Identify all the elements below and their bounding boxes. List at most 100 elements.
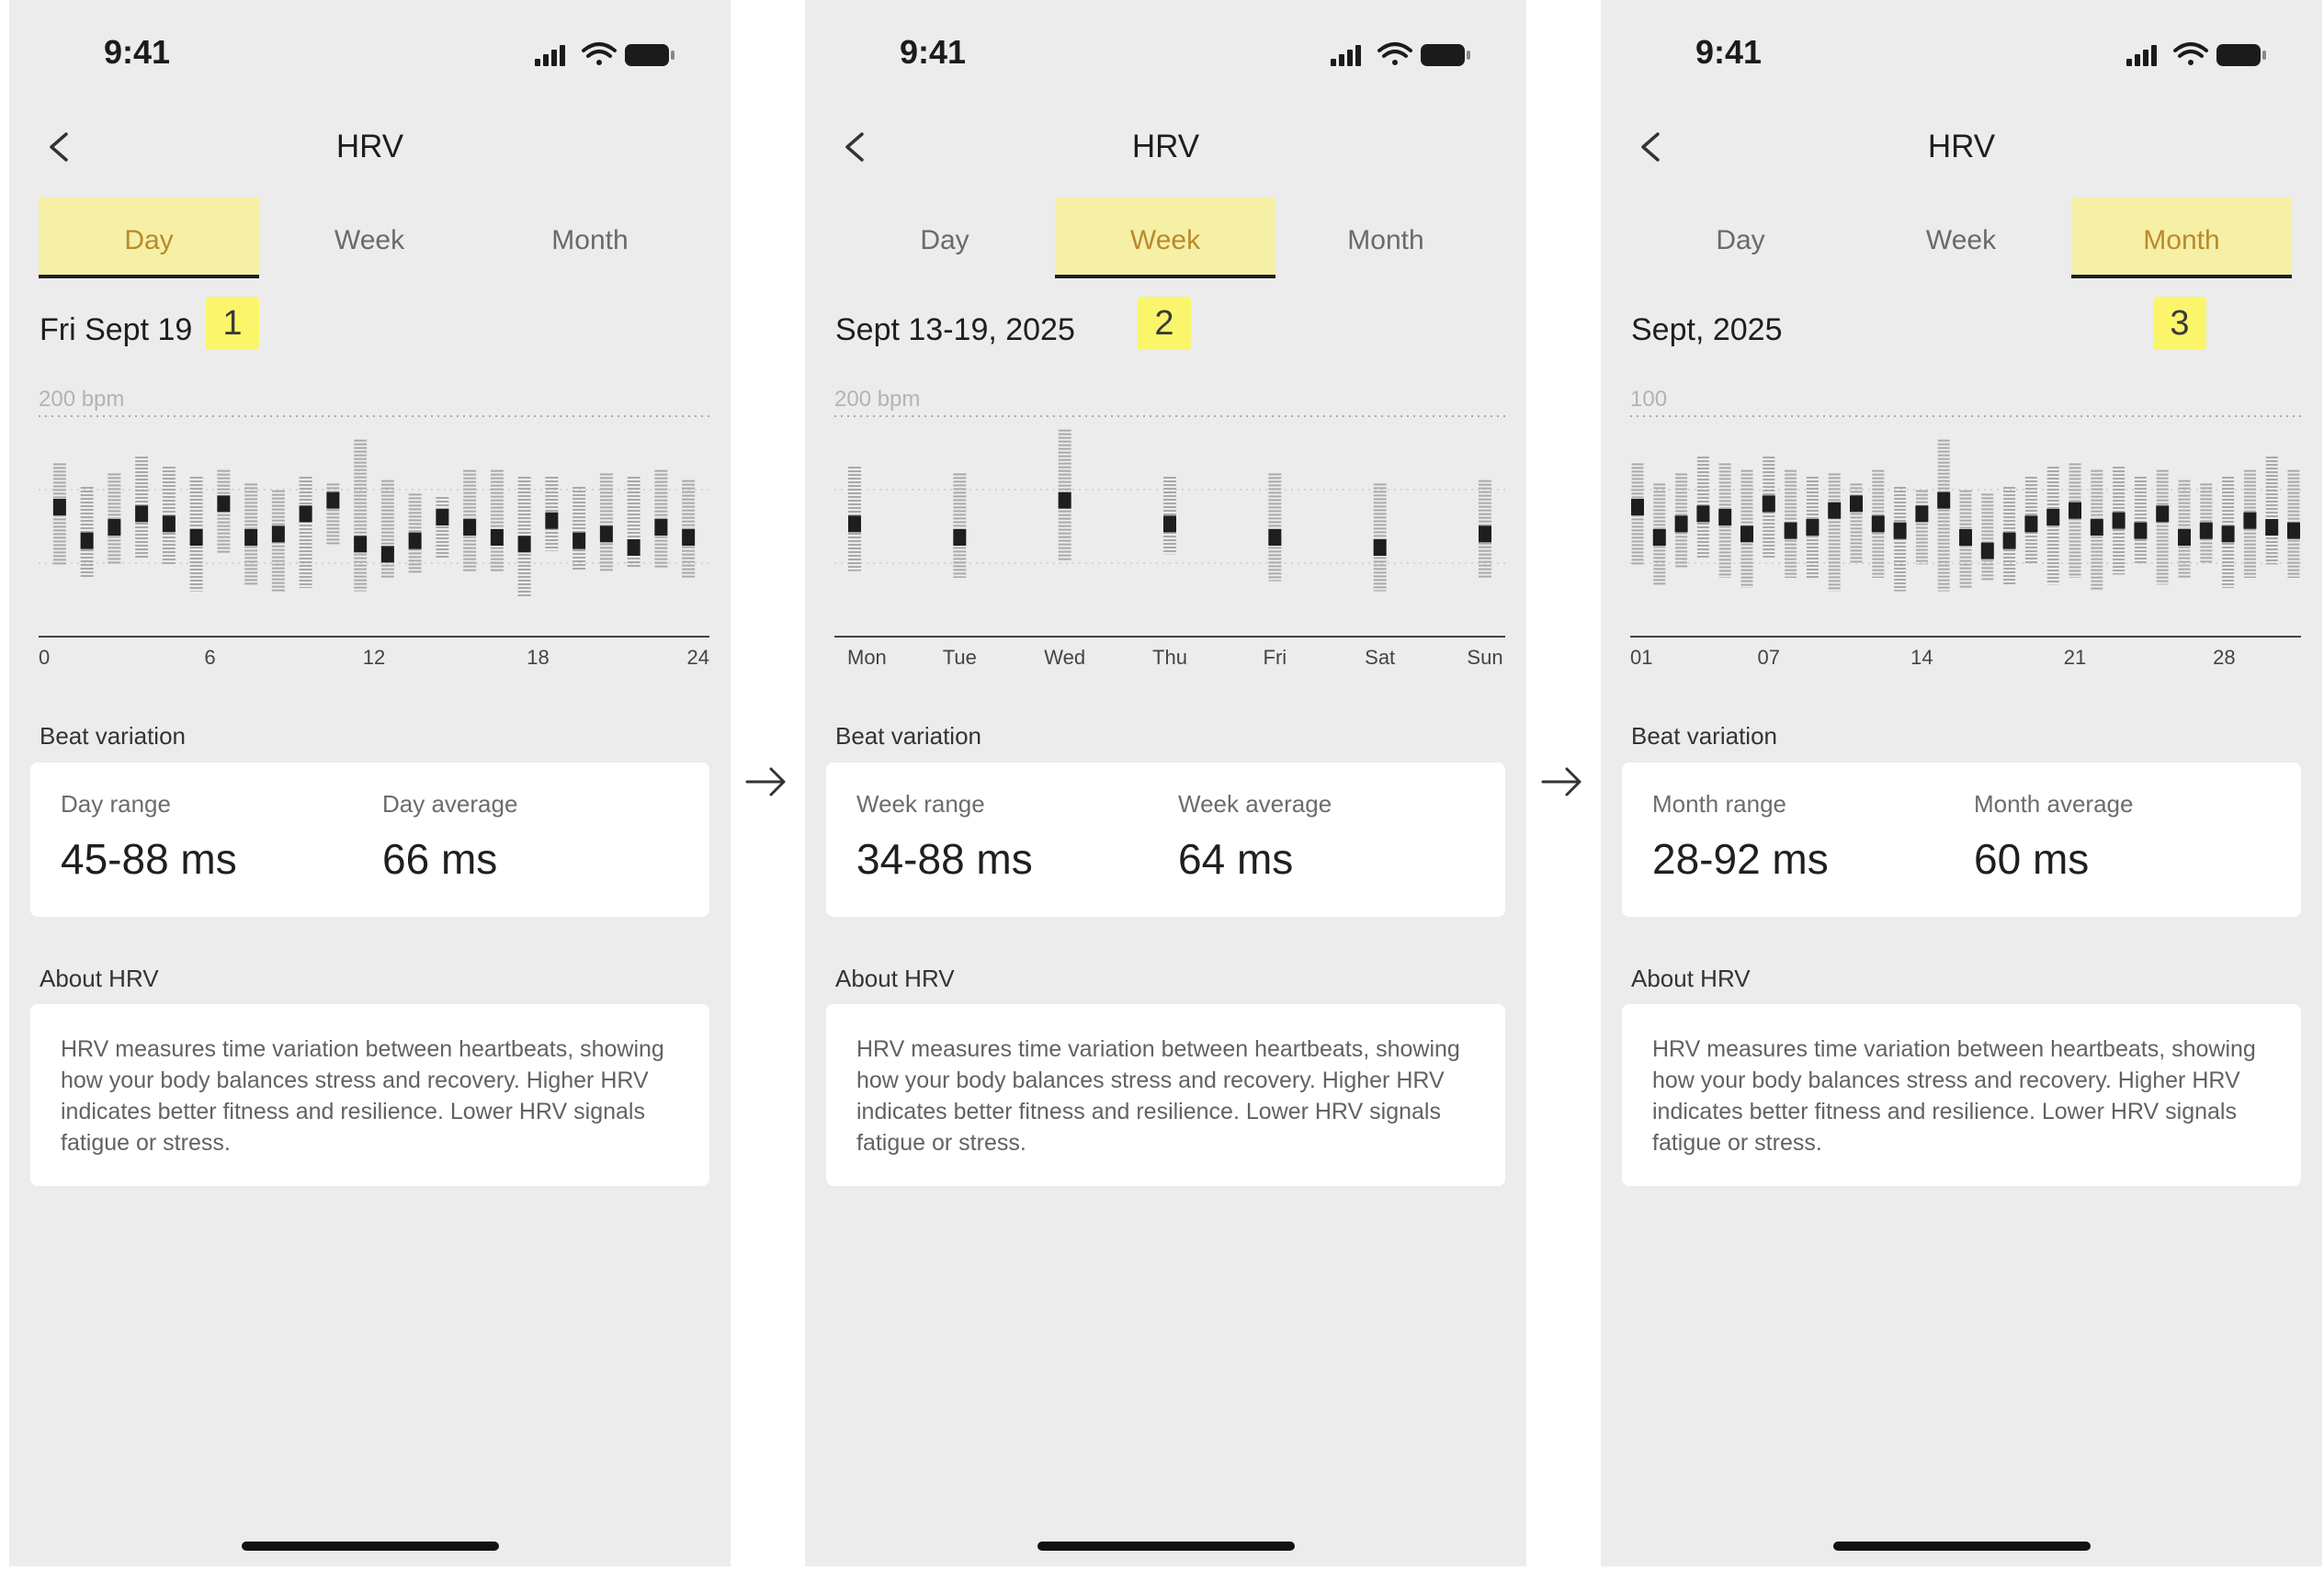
tab-month[interactable]: Month	[2071, 198, 2292, 278]
status-icons	[2126, 42, 2266, 66]
range-label: Day range	[61, 790, 171, 818]
x-tick-label: 21	[2064, 646, 2086, 669]
average-mark	[2046, 509, 2060, 525]
about-heading: About HRV	[1631, 965, 1751, 992]
average-mark	[244, 529, 258, 546]
average-mark	[1058, 491, 1071, 509]
home-indicator	[1037, 1542, 1295, 1551]
chart-marks	[848, 429, 1491, 592]
average-mark	[848, 515, 861, 533]
beat-variation-heading: Beat variation	[1631, 722, 1777, 750]
average-mark	[1806, 519, 1820, 536]
average-mark	[354, 536, 368, 553]
average-value: 66 ms	[382, 835, 498, 883]
average-mark	[1828, 502, 1842, 519]
x-tick-label: 07	[1758, 646, 1780, 669]
tab-week[interactable]: Week	[1851, 198, 2071, 278]
home-indicator	[242, 1542, 499, 1551]
x-tick-labels: Mon Tue Wed Thu Fri Sat Sun	[847, 646, 1503, 669]
average-mark	[1850, 495, 1863, 513]
tab-day[interactable]: Day	[1630, 198, 1851, 278]
average-mark	[80, 532, 94, 549]
signal-icon	[535, 45, 565, 66]
average-mark	[2112, 512, 2126, 529]
tab-month[interactable]: Month	[1275, 198, 1496, 278]
battery-icon	[1421, 44, 1470, 66]
tab-month[interactable]: Month	[480, 198, 700, 278]
about-text: HRV measures time variation between hear…	[61, 1036, 664, 1156]
chart-unit-label: 200 bpm	[834, 387, 920, 412]
average-mark	[953, 529, 967, 546]
status-icons	[535, 42, 675, 66]
status-time: 9:41	[900, 33, 967, 71]
status-time: 9:41	[104, 33, 171, 71]
average-mark	[1268, 529, 1282, 546]
period-label: Sept, 2025	[1631, 312, 1783, 347]
average-mark	[1373, 539, 1387, 556]
average-label: Day average	[382, 790, 518, 818]
average-mark	[135, 505, 149, 523]
range-value: 28-92 ms	[1652, 835, 1829, 883]
x-tick-label: 01	[1630, 646, 1652, 669]
home-indicator	[1833, 1542, 2091, 1551]
average-label: Week average	[1178, 790, 1332, 818]
tab-day[interactable]: Day	[834, 198, 1055, 278]
x-tick-label: 28	[2213, 646, 2235, 669]
average-mark	[1631, 499, 1644, 515]
average-mark	[1163, 515, 1176, 533]
arrow-right-icon	[1541, 767, 1581, 796]
chart-marks	[1631, 439, 2300, 592]
average-mark	[599, 525, 613, 543]
average-value: 64 ms	[1178, 835, 1294, 883]
hrv-chart: 200 bpm Mon Tue Wed Thu Fri Sat Sun	[834, 387, 1505, 669]
tab-week[interactable]: Week	[259, 198, 480, 278]
average-mark	[2199, 522, 2213, 539]
period-label: Fri Sept 19	[40, 312, 193, 347]
about-card: HRV measures time variation between hear…	[30, 1004, 709, 1186]
tab-week[interactable]: Week	[1055, 198, 1275, 278]
x-tick-label: 24	[687, 646, 709, 669]
x-tick-label: 0	[39, 646, 50, 669]
average-mark	[52, 499, 66, 515]
average-mark	[271, 525, 285, 543]
range-value: 34-88 ms	[856, 835, 1033, 883]
about-heading: About HRV	[40, 965, 159, 992]
average-mark	[2002, 532, 2016, 549]
page-title: HRV	[335, 129, 404, 164]
average-mark	[108, 519, 121, 536]
average-mark	[189, 529, 203, 546]
average-mark	[1871, 515, 1885, 533]
about-card: HRV measures time variation between hear…	[826, 1004, 1505, 1186]
average-mark	[162, 515, 176, 533]
range-label: Month range	[1652, 790, 1786, 818]
average-mark	[2090, 519, 2103, 536]
arrow-right-icon	[745, 767, 786, 796]
about-heading: About HRV	[835, 965, 955, 992]
average-value: 60 ms	[1974, 835, 2090, 883]
average-mark	[463, 519, 477, 536]
average-mark	[2156, 505, 2170, 523]
x-tick-labels: 0 6 12 18 24	[39, 646, 709, 669]
step-badge: 2	[1138, 297, 1191, 350]
average-mark	[1915, 505, 1929, 523]
status-time: 9:41	[1695, 33, 1763, 71]
signal-icon	[2126, 45, 2157, 66]
x-tick-label: 14	[1910, 646, 1933, 669]
average-mark	[1784, 522, 1797, 539]
about-text: HRV measures time variation between hear…	[856, 1036, 1460, 1156]
tab-day[interactable]: Day	[39, 198, 259, 278]
average-mark	[682, 529, 696, 546]
page-title: HRV	[1927, 129, 1996, 164]
average-mark	[1696, 505, 1710, 523]
wifi-icon	[1377, 42, 1412, 65]
average-mark	[2134, 522, 2148, 539]
average-mark	[2069, 502, 2081, 519]
x-tick-label: 12	[363, 646, 385, 669]
x-tick-labels: 01 07 14 21 28	[1630, 646, 2236, 669]
phone-screen-day: 9:41 HRV Day Week Month Fri Sept 19 1 20…	[9, 0, 731, 1566]
x-tick-label: Tue	[943, 646, 977, 669]
chart-unit-label: 100	[1630, 387, 1667, 412]
average-mark	[2024, 515, 2038, 533]
battery-icon	[2216, 44, 2266, 66]
average-mark	[1893, 522, 1907, 539]
